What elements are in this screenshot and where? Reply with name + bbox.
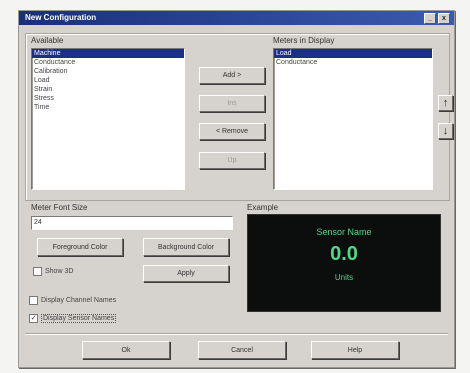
display-channel-names-row[interactable]: Display Channel Names: [29, 296, 116, 305]
available-list[interactable]: Machine Conductance Calibration Load Str…: [31, 48, 185, 190]
arrow-down-icon: ↓: [442, 125, 449, 137]
arrow-up-icon: ↑: [442, 97, 449, 109]
window-title: New Configuration: [25, 13, 97, 22]
ins-button[interactable]: Ins: [199, 95, 265, 112]
available-item[interactable]: Conductance: [32, 58, 184, 67]
show-3d-row[interactable]: Show 3D: [33, 267, 73, 276]
title-bar: New Configuration _ x: [19, 11, 454, 25]
meter-font-size-label: Meter Font Size: [31, 203, 88, 212]
meter-font-size-field[interactable]: 24: [31, 216, 233, 230]
example-units: Units: [334, 273, 354, 282]
footer-separator: [25, 333, 448, 335]
meters-item[interactable]: Conductance: [274, 58, 432, 67]
example-value: 0.0: [330, 243, 358, 265]
minimize-button[interactable]: _: [424, 13, 436, 24]
available-item[interactable]: Stress: [32, 94, 184, 103]
meters-item[interactable]: Load: [274, 49, 432, 58]
foreground-color-button[interactable]: Foreground Color: [37, 238, 123, 256]
show-3d-label: Show 3D: [45, 268, 74, 275]
available-item[interactable]: Load: [32, 76, 184, 85]
meters-in-display-list[interactable]: Load Conductance: [273, 48, 433, 190]
display-channel-names-label: Display Channel Names: [41, 297, 117, 304]
move-up-button[interactable]: ↑: [438, 95, 453, 111]
background-color-button[interactable]: Background Color: [143, 238, 229, 256]
available-item[interactable]: Calibration: [32, 67, 184, 76]
display-sensor-names-row[interactable]: ✓ Display Sensor Names: [29, 314, 117, 323]
close-button[interactable]: x: [438, 13, 450, 24]
display-sensor-names-checkbox[interactable]: ✓: [29, 314, 38, 323]
available-item[interactable]: Time: [32, 103, 184, 112]
cancel-button[interactable]: Cancel: [198, 341, 286, 359]
meters-in-display-label: Meters in Display: [273, 36, 335, 45]
available-label: Available: [31, 36, 64, 45]
display-channel-names-checkbox[interactable]: [29, 296, 38, 305]
apply-button[interactable]: Apply: [143, 265, 229, 282]
help-button[interactable]: Help: [311, 341, 399, 359]
add-button[interactable]: Add >: [199, 67, 265, 84]
show-3d-checkbox[interactable]: [33, 267, 42, 276]
move-down-button[interactable]: ↓: [438, 123, 453, 139]
example-preview: Sensor Name 0.0 Units: [247, 214, 441, 312]
ok-button[interactable]: Ok: [82, 341, 170, 359]
available-item[interactable]: Strain: [32, 85, 184, 94]
display-sensor-names-label: Display Sensor Names: [41, 314, 117, 323]
new-configuration-dialog: New Configuration _ x Available Machine …: [18, 10, 455, 368]
up-button[interactable]: Up: [199, 152, 265, 169]
example-label: Example: [247, 203, 279, 212]
remove-button[interactable]: < Remove: [199, 123, 265, 140]
available-item[interactable]: Machine: [32, 49, 184, 58]
example-sensor-name: Sensor Name: [316, 227, 372, 237]
